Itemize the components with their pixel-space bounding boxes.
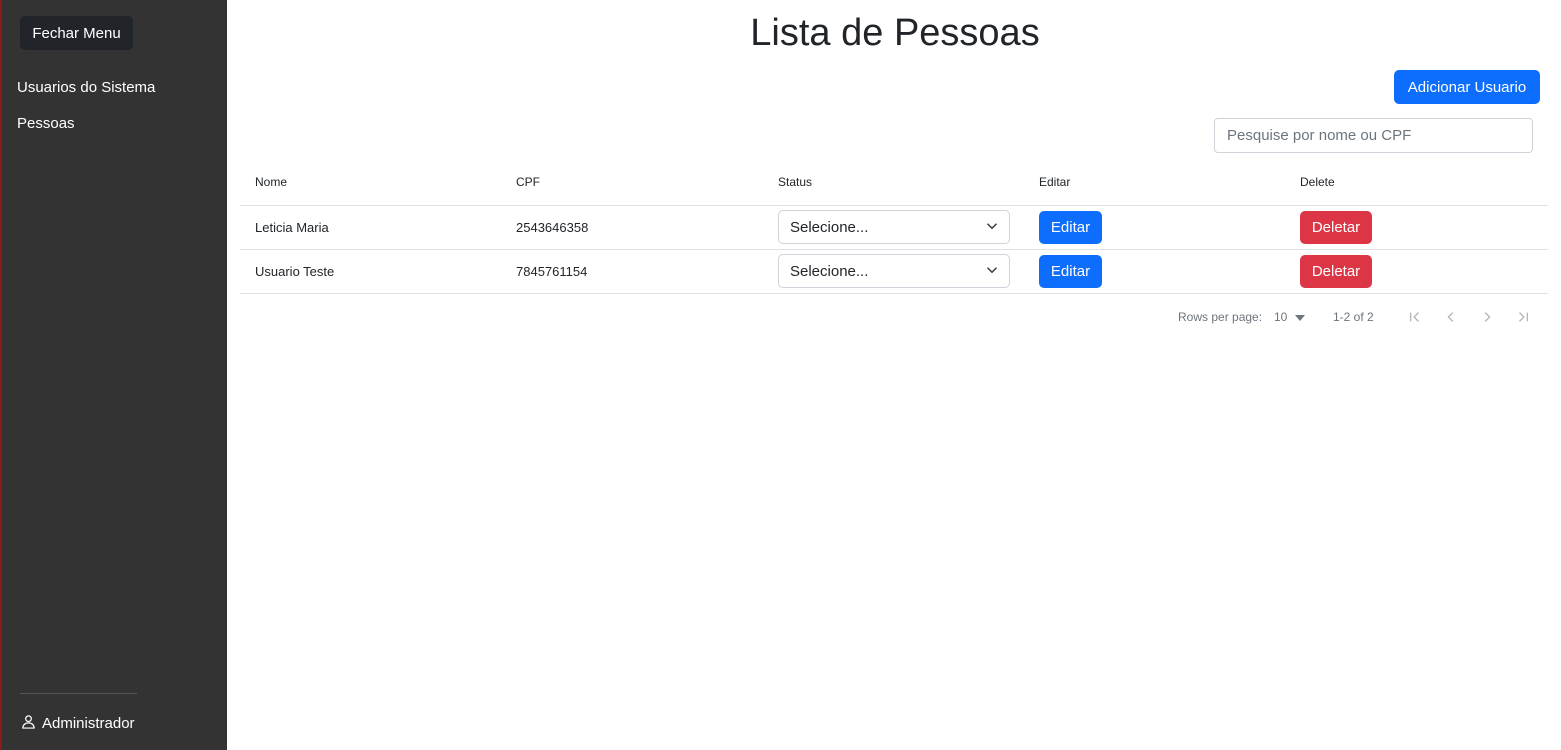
previous-page-button[interactable] bbox=[1440, 307, 1462, 329]
cell-cpf: 7845761154 bbox=[516, 264, 588, 279]
status-select-value: Selecione... bbox=[790, 262, 869, 280]
column-header-delete[interactable]: Delete bbox=[1300, 175, 1335, 189]
table-row: Leticia Maria 2543646358 Selecione... Ed… bbox=[240, 206, 1548, 250]
people-table: Nome CPF Status Editar Delete Leticia Ma… bbox=[240, 159, 1548, 294]
column-header-editar[interactable]: Editar bbox=[1039, 175, 1070, 189]
chevron-left-icon bbox=[1444, 310, 1458, 327]
first-page-icon bbox=[1408, 310, 1422, 327]
column-header-cpf[interactable]: CPF bbox=[516, 175, 540, 189]
sidebar: Fechar Menu Usuarios do Sistema Pessoas … bbox=[0, 0, 227, 750]
delete-button[interactable]: Deletar bbox=[1300, 211, 1372, 244]
chevron-down-icon bbox=[986, 219, 998, 236]
sidebar-divider bbox=[20, 693, 137, 694]
rows-per-page-label: Rows per page: bbox=[1178, 310, 1263, 324]
column-header-status[interactable]: Status bbox=[778, 175, 812, 189]
add-user-button[interactable]: Adicionar Usuario bbox=[1394, 70, 1540, 104]
caret-down-icon bbox=[1287, 310, 1306, 324]
sidebar-item-system-users[interactable]: Usuarios do Sistema bbox=[17, 79, 155, 96]
page-title: Lista de Pessoas bbox=[750, 12, 1040, 54]
last-page-icon bbox=[1516, 310, 1530, 327]
chevron-right-icon bbox=[1480, 310, 1494, 327]
current-user[interactable]: Administrador bbox=[21, 714, 135, 733]
last-page-button[interactable] bbox=[1512, 307, 1534, 329]
edit-button[interactable]: Editar bbox=[1039, 211, 1102, 244]
cell-nome: Usuario Teste bbox=[255, 264, 335, 279]
status-select-value: Selecione... bbox=[790, 218, 869, 236]
search-input[interactable] bbox=[1214, 118, 1533, 153]
delete-button[interactable]: Deletar bbox=[1300, 255, 1372, 288]
table-header: Nome CPF Status Editar Delete bbox=[240, 159, 1548, 206]
table-row: Usuario Teste 7845761154 Selecione... Ed… bbox=[240, 250, 1548, 294]
cell-nome: Leticia Maria bbox=[255, 220, 329, 235]
edit-button[interactable]: Editar bbox=[1039, 255, 1102, 288]
user-icon bbox=[21, 714, 42, 733]
status-select[interactable]: Selecione... bbox=[778, 210, 1010, 244]
sidebar-item-people[interactable]: Pessoas bbox=[17, 115, 75, 132]
next-page-button[interactable] bbox=[1476, 307, 1498, 329]
user-name: Administrador bbox=[42, 715, 135, 732]
pagination-range: 1-2 of 2 bbox=[1333, 310, 1374, 324]
rows-per-page-value: 10 bbox=[1274, 310, 1288, 324]
chevron-down-icon bbox=[986, 263, 998, 280]
close-menu-button[interactable]: Fechar Menu bbox=[20, 16, 133, 50]
first-page-button[interactable] bbox=[1404, 307, 1426, 329]
column-header-nome[interactable]: Nome bbox=[255, 175, 287, 189]
cell-cpf: 2543646358 bbox=[516, 220, 589, 235]
app-root: Fechar Menu Usuarios do Sistema Pessoas … bbox=[0, 0, 1561, 750]
status-select[interactable]: Selecione... bbox=[778, 254, 1010, 288]
rows-per-page-select[interactable]: 10 bbox=[1274, 310, 1306, 324]
